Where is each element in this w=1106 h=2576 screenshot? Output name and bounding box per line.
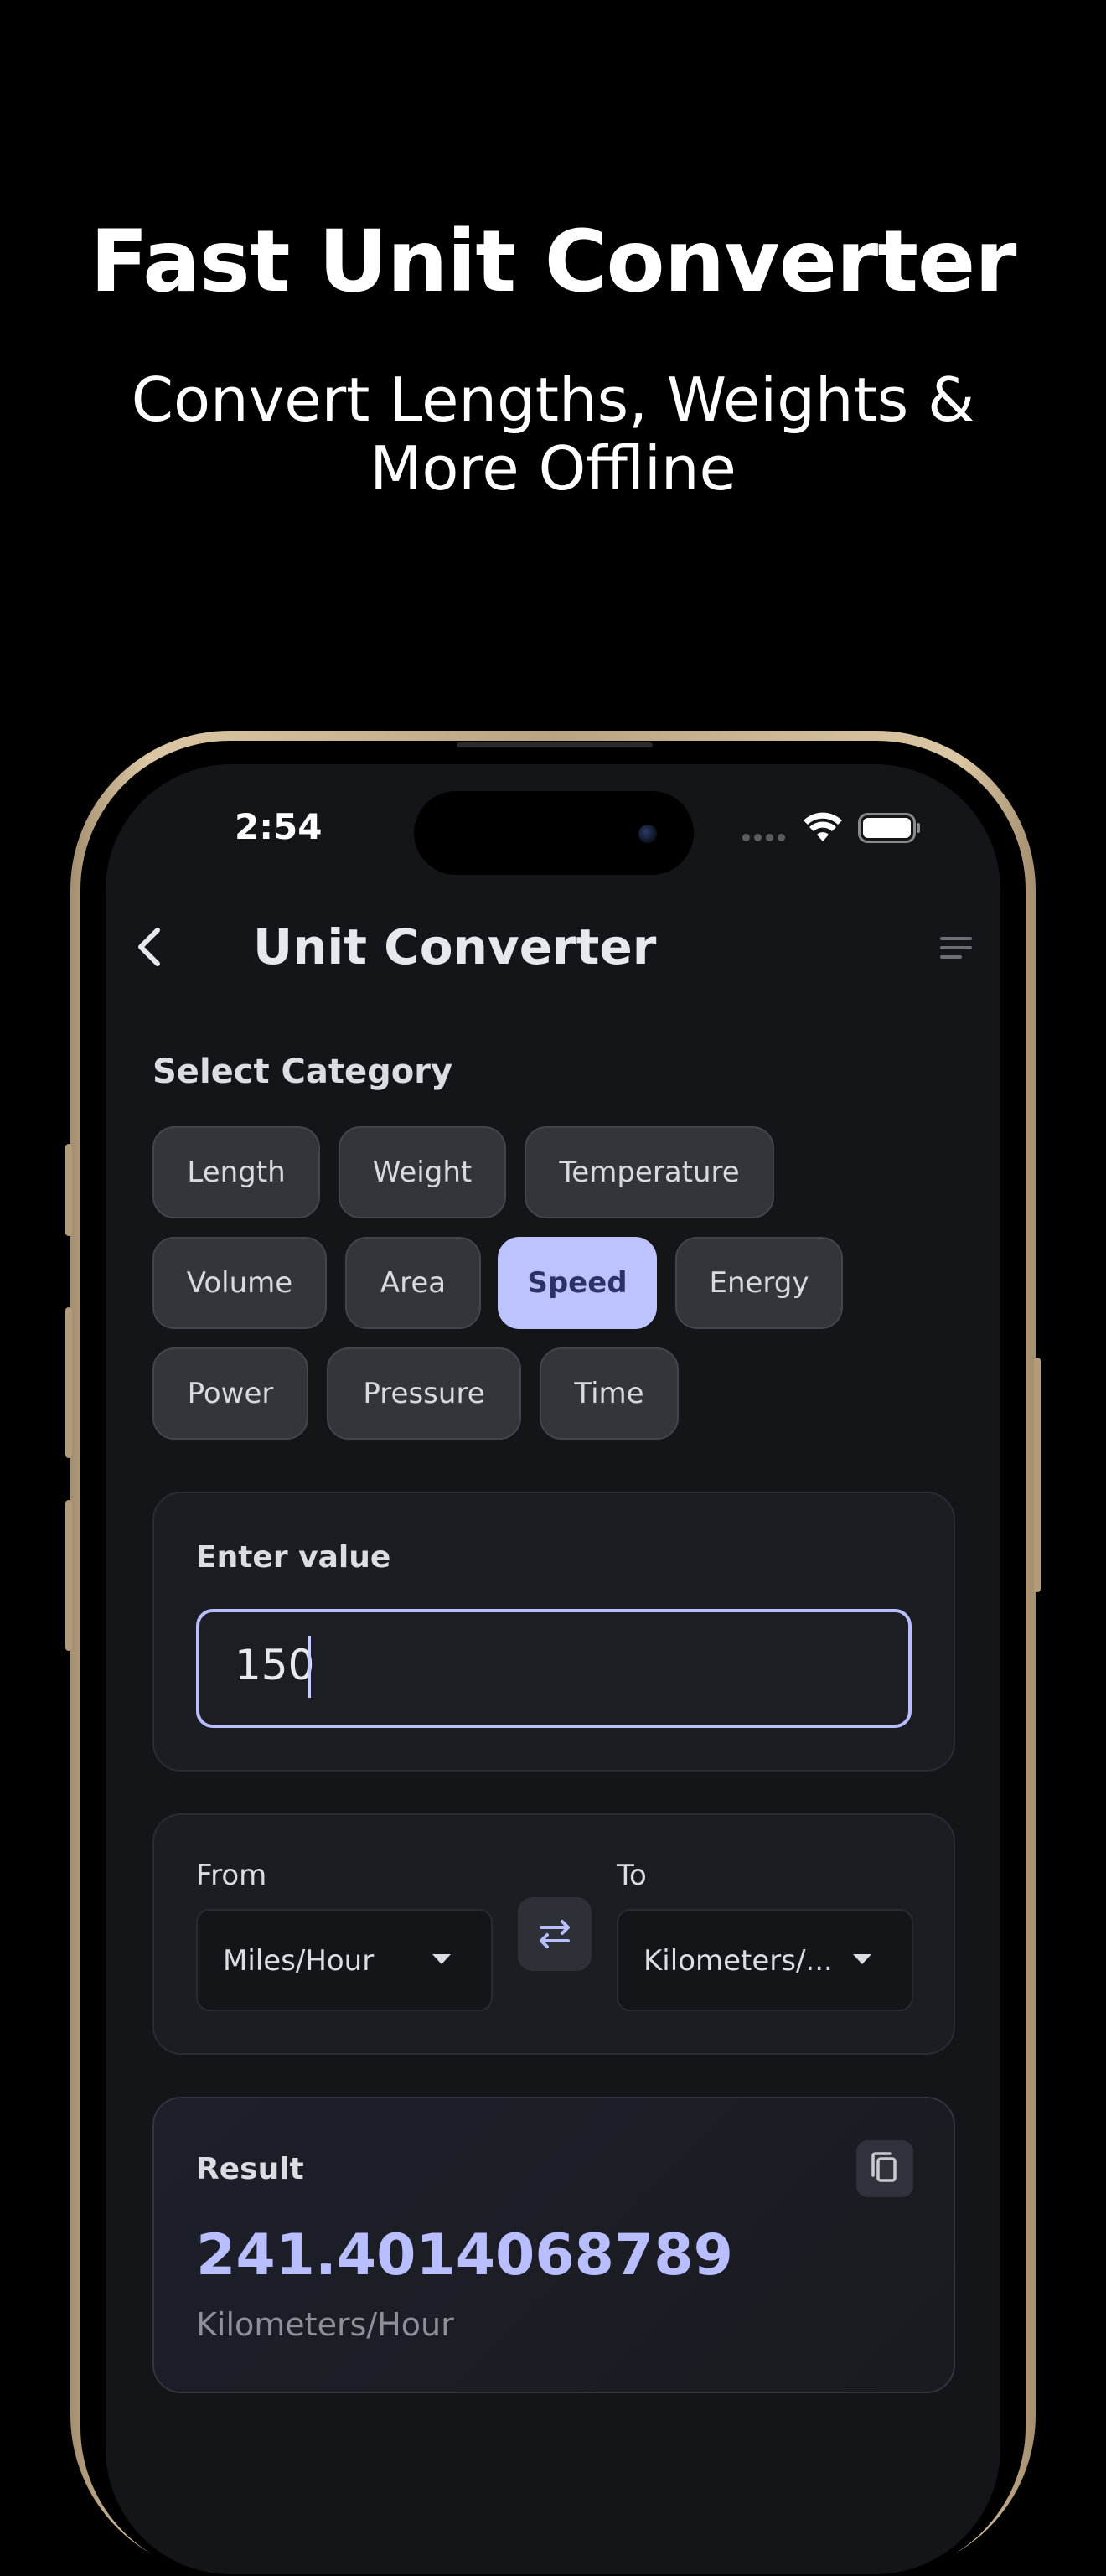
camera-icon (638, 825, 657, 843)
to-label: To (617, 1859, 647, 1892)
chip-weight[interactable]: Weight (339, 1126, 506, 1218)
from-label: From (196, 1859, 267, 1892)
chip-speed[interactable]: Speed (498, 1237, 657, 1329)
chip-area[interactable]: Area (345, 1237, 481, 1329)
result-label: Result (196, 2152, 304, 2186)
input-label: Enter value (196, 1540, 391, 1575)
text-caret (308, 1636, 311, 1698)
chip-length[interactable]: Length (152, 1126, 320, 1218)
speaker-grille (457, 742, 653, 747)
chip-time[interactable]: Time (540, 1347, 679, 1440)
wifi-icon (804, 812, 842, 841)
battery-icon (858, 813, 920, 843)
chevron-left-icon[interactable] (132, 922, 166, 972)
action-button (65, 1144, 72, 1236)
status-time: 2:54 (235, 806, 323, 847)
cellular-signal-icon (742, 834, 785, 841)
swap-arrows-icon[interactable] (518, 1897, 592, 1971)
value-input-text: 150 (235, 1641, 315, 1689)
page-title: Unit Converter (253, 918, 657, 975)
volume-up-button (65, 1307, 72, 1458)
result-value: 241.4014068789 (196, 2222, 733, 2289)
chip-energy[interactable]: Energy (675, 1237, 843, 1329)
chip-power[interactable]: Power (152, 1347, 308, 1440)
chevron-down-icon (853, 1954, 871, 1964)
result-unit: Kilometers/Hour (196, 2306, 454, 2343)
sort-lines-icon[interactable] (937, 934, 975, 962)
chip-temperature[interactable]: Temperature (525, 1126, 774, 1218)
power-button (1034, 1358, 1041, 1592)
chip-volume[interactable]: Volume (152, 1237, 327, 1329)
category-section-label: Select Category (152, 1053, 453, 1091)
copy-icon[interactable] (856, 2140, 913, 2197)
volume-down-button (65, 1500, 72, 1651)
promo-title: Fast Unit Converter (90, 212, 1017, 312)
promo-subtitle: Convert Lengths, Weights & More Offline (131, 365, 975, 504)
chevron-down-icon (432, 1954, 451, 1964)
to-unit-value: Kilometers/... (643, 1944, 833, 1978)
from-unit-value: Miles/Hour (223, 1944, 375, 1978)
chip-pressure[interactable]: Pressure (327, 1347, 521, 1440)
